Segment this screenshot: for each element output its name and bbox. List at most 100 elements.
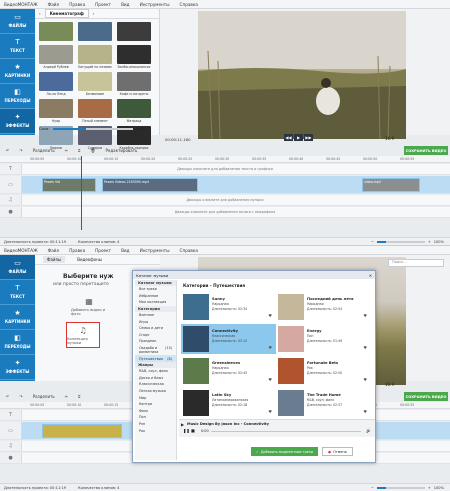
sidebar-item-pictures[interactable]: ★ КАРТИНКИ bbox=[0, 59, 35, 84]
effect-item[interactable]: Андерй Рублев bbox=[39, 45, 73, 69]
forward-icon[interactable]: ▶▶ bbox=[304, 134, 313, 141]
zoom-slider[interactable] bbox=[376, 241, 425, 243]
track-card[interactable]: Energy Поп Длительность: 01:49 ♥ bbox=[276, 324, 371, 354]
aspect-ratio-2[interactable]: 16:9 bbox=[385, 382, 394, 387]
music-collection-button[interactable]: ♫ Коллекция музыки bbox=[66, 322, 100, 348]
effect-item[interactable]: Кофе и сигареты bbox=[117, 72, 151, 96]
category-item[interactable]: Фолк bbox=[135, 408, 176, 415]
clip-1[interactable]: Pexels Vid bbox=[42, 178, 96, 192]
playhead[interactable] bbox=[81, 156, 82, 230]
effect-item[interactable]: Пятый элемент bbox=[78, 99, 112, 123]
sidebar-item-files[interactable]: ▭ ФАЙЛЫ bbox=[0, 9, 35, 34]
undo-icon[interactable]: ↶ bbox=[6, 148, 9, 153]
pause-icon[interactable]: ❚❚ bbox=[183, 428, 190, 433]
menu-view[interactable]: Вид bbox=[121, 2, 130, 7]
text-track[interactable]: T Дважды кликните для добавления текста … bbox=[0, 164, 450, 175]
category-item[interactable]: Военное bbox=[135, 312, 176, 319]
menu-help[interactable]: Справка bbox=[180, 2, 198, 7]
undo-icon[interactable]: ↶ bbox=[6, 394, 9, 399]
effect-item[interactable]: Бегущий по лезвию bbox=[78, 45, 112, 69]
menu-file[interactable]: Файл bbox=[48, 2, 60, 7]
split-button[interactable]: Разделить bbox=[33, 148, 55, 153]
category-item[interactable]: Диско и блюз bbox=[135, 375, 176, 382]
track-card[interactable]: Sunny Народная Длительность: 02:34 ♥ bbox=[181, 292, 276, 322]
sidebar-item-files-2[interactable]: ▭ ФАЙЛЫ bbox=[0, 255, 35, 280]
favorite-heart-icon[interactable]: ♥ bbox=[363, 377, 367, 382]
stop-icon[interactable]: ■ bbox=[191, 428, 195, 433]
effect-item[interactable] bbox=[39, 22, 73, 42]
category-item[interactable]: Праздник bbox=[135, 338, 176, 345]
favorite-heart-icon[interactable]: ♥ bbox=[363, 313, 367, 318]
category-item[interactable]: Избранное bbox=[135, 293, 176, 300]
effect-item[interactable]: Безмолвие bbox=[78, 72, 112, 96]
effect-item[interactable] bbox=[78, 22, 112, 42]
rewind-icon[interactable]: ◀◀ bbox=[284, 134, 293, 141]
clip-3[interactable]: video.mp4 bbox=[362, 178, 420, 192]
tab-files[interactable]: Файлы bbox=[43, 256, 66, 263]
play-small-icon[interactable]: ▶ bbox=[181, 422, 184, 427]
sidebar-item-text[interactable]: T ТЕКСТ bbox=[0, 34, 35, 59]
effect-item[interactable]: Матрица bbox=[117, 99, 151, 123]
favorite-heart-icon[interactable]: ♥ bbox=[363, 409, 367, 414]
save-video-button[interactable]: СОХРАНИТЬ ВИДЕО bbox=[404, 146, 448, 155]
strength-slider[interactable] bbox=[52, 128, 133, 130]
effect-item[interactable]: Зомби-апокалипсис bbox=[117, 45, 151, 69]
favorite-heart-icon[interactable]: ♥ bbox=[268, 313, 272, 318]
menu-tools[interactable]: Инструменты bbox=[140, 2, 170, 7]
prev-category-icon[interactable]: ‹ bbox=[39, 11, 41, 16]
category-item[interactable]: Поп bbox=[135, 414, 176, 421]
track-card[interactable]: The Trade Home R&B, соул, фанк Длительност… bbox=[276, 388, 371, 418]
category-item[interactable]: Рэп bbox=[135, 421, 176, 428]
zoom-in-icon[interactable]: + bbox=[428, 486, 431, 490]
effect-item[interactable]: Нуар bbox=[39, 99, 73, 123]
favorite-heart-icon[interactable]: ♥ bbox=[268, 409, 272, 414]
sidebar-item-transitions-2[interactable]: ◧ ПЕРЕХОДЫ bbox=[0, 330, 35, 355]
effect-item[interactable] bbox=[117, 22, 151, 42]
crop-icon[interactable]: ⌗ bbox=[78, 394, 80, 399]
category-item[interactable]: Классическая bbox=[135, 381, 176, 388]
redo-icon[interactable]: ↷ bbox=[19, 148, 22, 153]
cancel-button[interactable]: ● Отмена bbox=[322, 447, 353, 456]
menu-edit[interactable]: Правка bbox=[69, 2, 85, 7]
menu-view-2[interactable]: Вид bbox=[121, 248, 130, 253]
music-search-input[interactable]: Поиск... bbox=[388, 259, 444, 267]
category-item[interactable]: Мир bbox=[135, 394, 176, 401]
zoom-out-icon[interactable]: − bbox=[371, 240, 374, 244]
volume-icon[interactable]: 🔊 bbox=[366, 428, 371, 433]
add-media-button[interactable]: ▦ Добавить видео и фото bbox=[71, 293, 107, 319]
edit-button[interactable]: Редактировать bbox=[105, 148, 137, 153]
track-card[interactable]: Последний день лета Народная Длительность:… bbox=[276, 292, 371, 322]
category-item[interactable]: R&B, соул, фанк bbox=[135, 368, 176, 375]
track-progress[interactable] bbox=[211, 431, 361, 432]
save-video-button-2[interactable]: СОХРАНИТЬ ВИДЕО bbox=[404, 392, 448, 401]
close-icon[interactable]: ✕ bbox=[369, 273, 375, 278]
favorite-heart-icon[interactable]: ♥ bbox=[363, 345, 367, 350]
play-icon[interactable]: ▶ bbox=[294, 134, 303, 141]
track-card[interactable]: Fortunate Bets Рок Длительность: 02:50 ♥ bbox=[276, 356, 371, 386]
track-card[interactable]: Greensleeves Народная Длительность: 02:45 ♥ bbox=[181, 356, 276, 386]
menu-tools-2[interactable]: Инструменты bbox=[140, 248, 170, 253]
category-item[interactable]: Игры bbox=[135, 318, 176, 325]
aspect-ratio[interactable]: 16:9 bbox=[385, 136, 394, 141]
cut-icon[interactable]: ✂ bbox=[65, 394, 68, 399]
redo-icon[interactable]: ↷ bbox=[19, 394, 22, 399]
voice-track[interactable]: ● Дважды кликните для добавления записи … bbox=[0, 207, 450, 218]
menu-project-2[interactable]: Проект bbox=[95, 248, 111, 253]
clip-2[interactable]: Pexels Videos 2165090.mp4 bbox=[102, 178, 198, 192]
delete-icon[interactable]: 🗑 bbox=[90, 148, 95, 153]
track-card[interactable]: Latin Sky Латиноамериканская Длительность:… bbox=[181, 388, 276, 418]
effects-category[interactable]: Кинематограф bbox=[44, 9, 89, 18]
category-item[interactable]: Семья и дети bbox=[135, 325, 176, 332]
category-item[interactable]: Моя коллекция bbox=[135, 299, 176, 306]
sidebar-item-pictures-2[interactable]: ★ КАРТИНКИ bbox=[0, 305, 35, 330]
category-item[interactable]: Все треки bbox=[135, 286, 176, 293]
sidebar-item-text-2[interactable]: T ТЕКСТ bbox=[0, 280, 35, 305]
cut-icon[interactable]: ✂ bbox=[65, 148, 68, 153]
tab-videobackgrounds[interactable]: Видеофоны bbox=[77, 257, 102, 262]
menu-edit-2[interactable]: Правка bbox=[69, 248, 85, 253]
sidebar-item-transitions[interactable]: ◧ ПЕРЕХОДЫ bbox=[0, 84, 35, 109]
track-card[interactable]: Connectivity Классическая Длительность: 03… bbox=[181, 324, 276, 354]
effect-item[interactable]: Ла-ла Ленд bbox=[39, 72, 73, 96]
category-item[interactable]: Путешествия (8) bbox=[135, 355, 176, 362]
sidebar-item-effects[interactable]: ✦ ЭФФЕКТЫ bbox=[0, 109, 35, 134]
